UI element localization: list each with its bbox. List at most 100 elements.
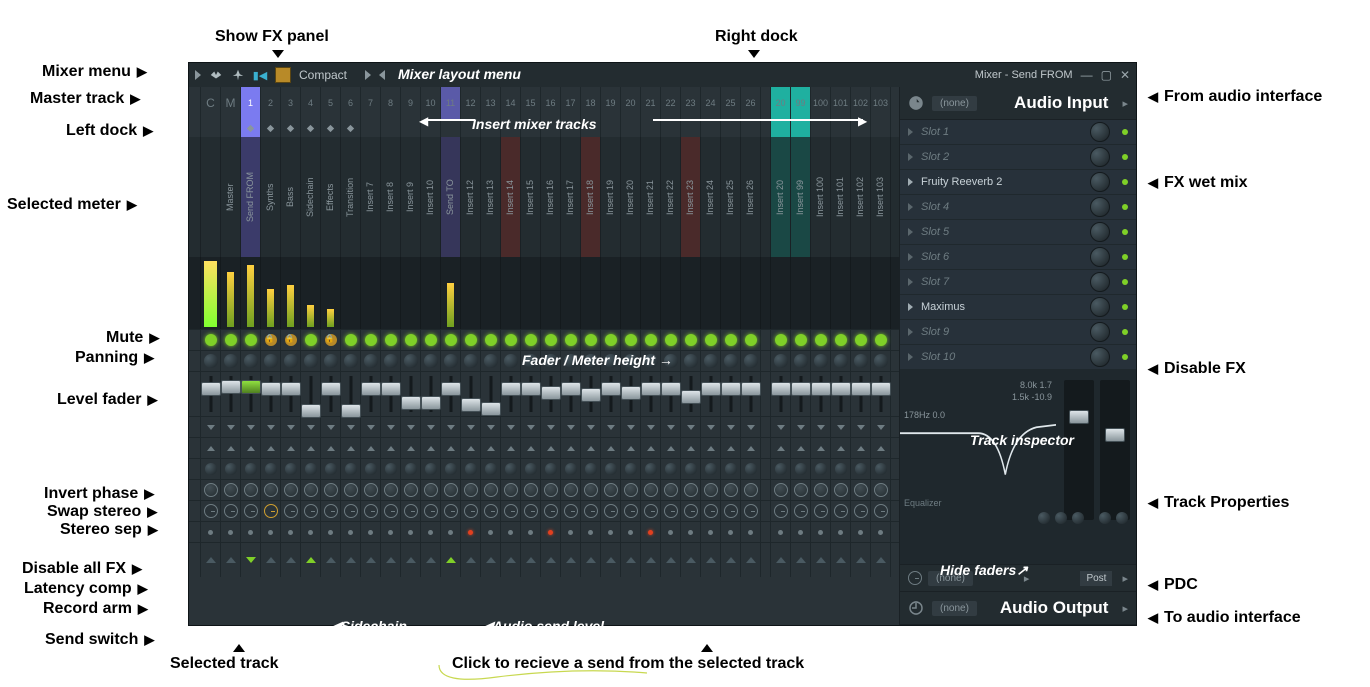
track-name-cell-6[interactable]: Sidechain [301, 137, 321, 257]
track-name-cell-29[interactable] [761, 137, 771, 257]
latency-25[interactable] [681, 501, 701, 521]
latency-2[interactable] [221, 501, 241, 521]
fx-enable-dot[interactable] [1122, 179, 1128, 185]
send-18[interactable] [541, 543, 561, 577]
track-header-30[interactable]: 20 [771, 87, 791, 119]
send-27[interactable] [721, 543, 741, 577]
recarm-31[interactable] [791, 522, 811, 542]
track-icon-2[interactable] [221, 119, 241, 137]
pan-6[interactable] [301, 351, 321, 371]
track-header-8[interactable]: 6 [341, 87, 361, 119]
fxoff-30[interactable] [771, 480, 791, 500]
track-name-cell-4[interactable]: Synths [261, 137, 281, 257]
pan-16[interactable] [501, 351, 521, 371]
swap-33[interactable] [831, 438, 851, 458]
send-8[interactable] [341, 543, 361, 577]
track-name-cell-10[interactable]: Insert 8 [381, 137, 401, 257]
latency-29[interactable] [761, 501, 771, 521]
fx-enable-dot[interactable] [1122, 204, 1128, 210]
fader-14[interactable] [461, 372, 481, 416]
fxoff-13[interactable] [441, 480, 461, 500]
recarm-5[interactable] [281, 522, 301, 542]
send-19[interactable] [561, 543, 581, 577]
wet-knob[interactable] [1090, 197, 1110, 217]
mute-8[interactable] [341, 330, 361, 350]
track-icon-13[interactable] [441, 119, 461, 137]
fx-slot-8[interactable]: Slot 9 [900, 320, 1136, 345]
ssep-12[interactable] [421, 459, 441, 479]
mute-0[interactable] [189, 330, 201, 350]
track-name-cell-13[interactable]: Send TO [441, 137, 461, 257]
send-17[interactable] [521, 543, 541, 577]
latency-8[interactable] [341, 501, 361, 521]
fxoff-17[interactable] [521, 480, 541, 500]
track-header-20[interactable]: 18 [581, 87, 601, 119]
track-header-33[interactable]: 101 [831, 87, 851, 119]
fxoff-35[interactable] [871, 480, 891, 500]
fader-7[interactable] [321, 372, 341, 416]
ssep-15[interactable] [481, 459, 501, 479]
fx-slot-1[interactable]: Slot 2 [900, 145, 1136, 170]
track-name-cell-11[interactable]: Insert 9 [401, 137, 421, 257]
track-name-cell-17[interactable]: Insert 15 [521, 137, 541, 257]
recarm-10[interactable] [381, 522, 401, 542]
latency-19[interactable] [561, 501, 581, 521]
ssep-2[interactable] [221, 459, 241, 479]
recarm-26[interactable] [701, 522, 721, 542]
wet-knob[interactable] [1090, 247, 1110, 267]
fx-enable-dot[interactable] [1122, 329, 1128, 335]
pan-27[interactable] [721, 351, 741, 371]
track-icon-25[interactable] [681, 119, 701, 137]
fxoff-31[interactable] [791, 480, 811, 500]
wet-knob[interactable] [1090, 297, 1110, 317]
mute-5[interactable]: 🔒 [281, 330, 301, 350]
track-icon-0[interactable] [189, 119, 201, 137]
swap-25[interactable] [681, 438, 701, 458]
fxoff-32[interactable] [811, 480, 831, 500]
track-name-cell-26[interactable]: Insert 24 [701, 137, 721, 257]
track-name-cell-8[interactable]: Transition [341, 137, 361, 257]
phase-8[interactable] [341, 417, 361, 437]
track-icon-3[interactable] [241, 119, 261, 137]
fx-slot-5[interactable]: Slot 6 [900, 245, 1136, 270]
send-29[interactable] [761, 543, 771, 577]
fader-32[interactable] [811, 372, 831, 416]
track-icon-35[interactable] [871, 119, 891, 137]
track-icon-21[interactable] [601, 119, 621, 137]
mute-1[interactable] [201, 330, 221, 350]
phase-30[interactable] [771, 417, 791, 437]
phase-11[interactable] [401, 417, 421, 437]
ssep-28[interactable] [741, 459, 761, 479]
track-icon-10[interactable] [381, 119, 401, 137]
swap-6[interactable] [301, 438, 321, 458]
fader-19[interactable] [561, 372, 581, 416]
track-header-23[interactable]: 21 [641, 87, 661, 119]
fader-3[interactable] [241, 372, 261, 416]
track-name-cell-34[interactable]: Insert 102 [851, 137, 871, 257]
fxoff-27[interactable] [721, 480, 741, 500]
track-name-cell-9[interactable]: Insert 7 [361, 137, 381, 257]
ssep-8[interactable] [341, 459, 361, 479]
ssep-9[interactable] [361, 459, 381, 479]
latency-20[interactable] [581, 501, 601, 521]
recarm-19[interactable] [561, 522, 581, 542]
ssep-19[interactable] [561, 459, 581, 479]
fxoff-26[interactable] [701, 480, 721, 500]
recarm-30[interactable] [771, 522, 791, 542]
fader-35[interactable] [871, 372, 891, 416]
fader-9[interactable] [361, 372, 381, 416]
track-name-cell-32[interactable]: Insert 100 [811, 137, 831, 257]
track-header-21[interactable]: 19 [601, 87, 621, 119]
fader-29[interactable] [761, 372, 771, 416]
fx-enable-dot[interactable] [1122, 229, 1128, 235]
phase-32[interactable] [811, 417, 831, 437]
mute-28[interactable] [741, 330, 761, 350]
pan-35[interactable] [871, 351, 891, 371]
send-5[interactable] [281, 543, 301, 577]
pan-31[interactable] [791, 351, 811, 371]
send-3[interactable] [241, 543, 261, 577]
recarm-23[interactable] [641, 522, 661, 542]
fx-enable-dot[interactable] [1122, 279, 1128, 285]
mixer-menu-arrow[interactable] [195, 70, 201, 80]
send-4[interactable] [261, 543, 281, 577]
